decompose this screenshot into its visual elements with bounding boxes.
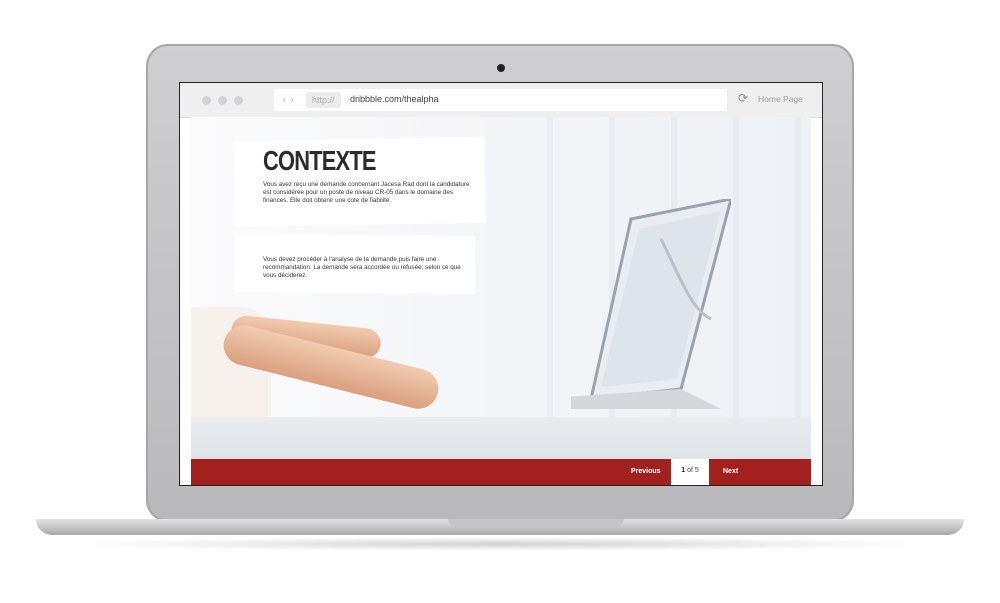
- window-minimize-dot[interactable]: [218, 96, 227, 105]
- screen: ‹ › http:// dribbble.com/thealpha ⟳ Home…: [179, 82, 823, 486]
- previous-button[interactable]: Previous: [631, 459, 661, 485]
- camera-icon: [497, 64, 505, 72]
- slide-footer: Previous 1 of 5 Next: [191, 459, 811, 485]
- protocol-label: http://: [306, 92, 341, 108]
- url-text[interactable]: dribbble.com/thealpha: [350, 94, 439, 104]
- window-maximize-dot[interactable]: [234, 96, 243, 105]
- browser-toolbar: ‹ › http:// dribbble.com/thealpha ⟳ Home…: [180, 83, 822, 118]
- window-close-dot[interactable]: [202, 96, 211, 105]
- current-page: 1: [681, 467, 686, 474]
- slide-content: CONTEXTE Vous avez reçu une demande conc…: [191, 117, 811, 459]
- background-desk: [191, 417, 811, 459]
- context-paragraph: Vous avez reçu une demande concernant Ja…: [263, 181, 470, 204]
- page-indicator: 1 of 5: [671, 459, 709, 485]
- laptop-base: [36, 519, 964, 535]
- laptop-illustration: [571, 199, 731, 409]
- instruction-paragraph: Vous devez procéder à l'analyse de la de…: [263, 256, 461, 279]
- address-bar[interactable]: ‹ › http:// dribbble.com/thealpha: [274, 89, 727, 111]
- reload-icon[interactable]: ⟳: [738, 91, 748, 105]
- laptop-notch: [448, 519, 624, 526]
- slide-title: CONTEXTE: [263, 145, 376, 176]
- home-page-link[interactable]: Home Page: [758, 94, 803, 104]
- next-button[interactable]: Next: [723, 459, 738, 485]
- of-label: of: [687, 467, 693, 474]
- total-pages: 5: [694, 467, 699, 474]
- back-forward-icon[interactable]: ‹ ›: [282, 93, 294, 106]
- laptop-shadow: [60, 537, 940, 551]
